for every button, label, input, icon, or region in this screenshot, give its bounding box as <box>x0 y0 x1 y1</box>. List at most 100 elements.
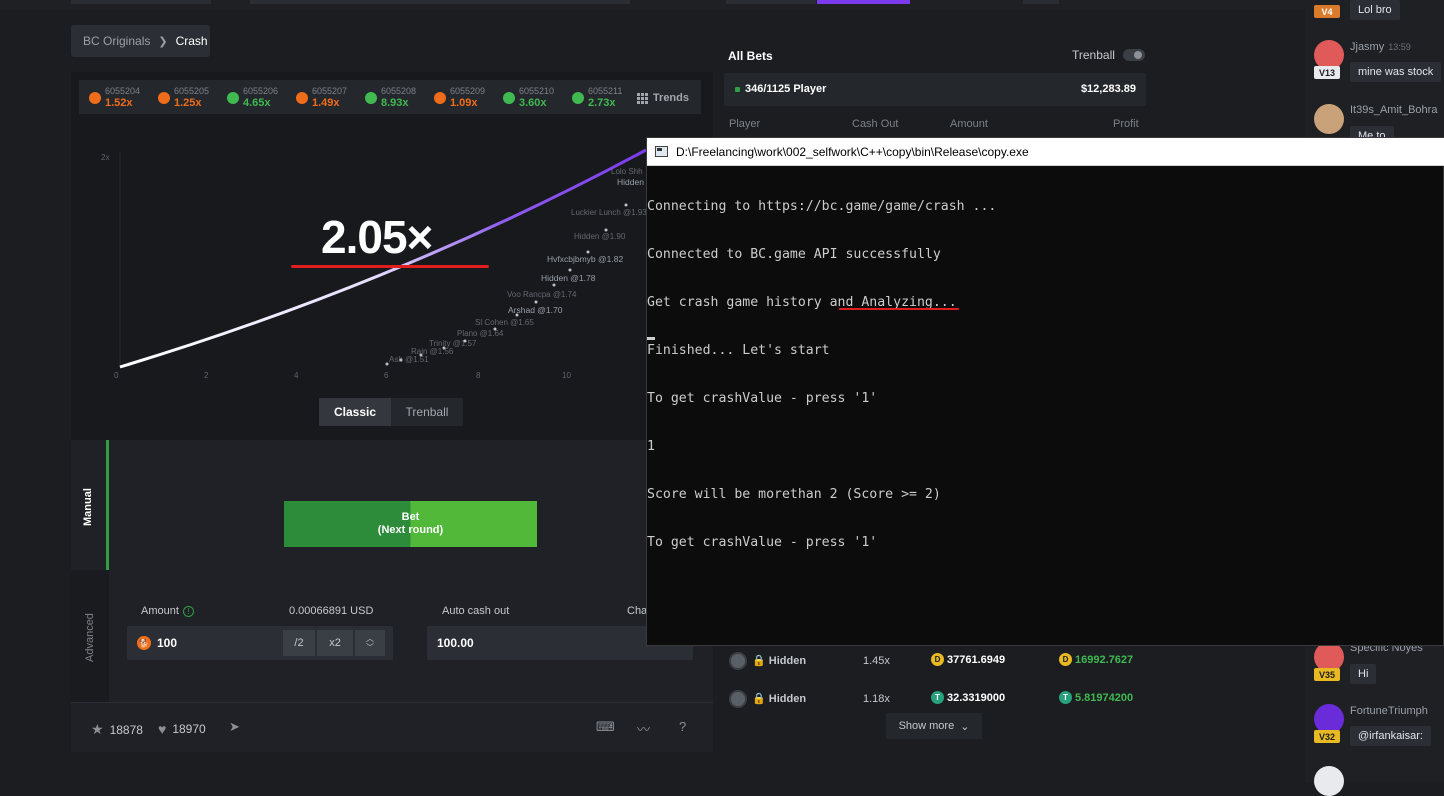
chart-line-icon[interactable]: 〰 <box>637 719 650 738</box>
avatar[interactable] <box>1314 104 1344 134</box>
avatar[interactable] <box>1314 766 1344 796</box>
chat-username[interactable]: FortuneTriumph <box>1350 705 1428 717</box>
x-tick-label: 0 <box>114 371 119 380</box>
bet-button[interactable]: Bet (Next round) <box>284 501 537 547</box>
console-app-icon <box>655 146 668 157</box>
history-dot-icon <box>503 92 515 104</box>
history-item[interactable]: 6055207 1.49x <box>290 80 359 114</box>
x-tick-label: 10 <box>562 371 571 380</box>
online-dot-icon <box>735 87 740 92</box>
chat-message-text: Hi <box>1350 664 1377 684</box>
avatar <box>729 690 747 708</box>
history-dot-icon <box>365 92 377 104</box>
history-dot-icon <box>89 92 101 104</box>
players-summary: 346/1125 Player $12,283.89 <box>724 73 1146 106</box>
col-header-profit: Profit <box>1113 118 1139 130</box>
top-nav-active-tab[interactable] <box>817 0 910 4</box>
chat-username[interactable]: It39s_Amit_Bohra <box>1350 104 1437 116</box>
history-item[interactable]: 6055210 3.60x <box>497 80 566 114</box>
show-more-label: Show more <box>898 720 955 732</box>
console-line: Score will be morethan 2 (Score >= 2) <box>647 487 941 502</box>
history-item[interactable]: 6055204 1.52x <box>83 80 152 114</box>
amount-stepper[interactable]: ︿ ﹀ <box>355 630 385 656</box>
tether-coin-icon: T <box>931 691 944 704</box>
history-id: 6055204 <box>105 86 141 96</box>
bet-mode-tabs: Manual Advanced <box>71 440 109 702</box>
history-item[interactable]: 6055206 4.65x <box>221 80 290 114</box>
current-multiplier: 2.05× <box>321 211 433 263</box>
console-cursor <box>647 337 655 340</box>
tab-advanced-label: Advanced <box>84 613 96 662</box>
like-stat[interactable]: ♥ 18970 <box>158 721 206 737</box>
console-titlebar[interactable]: D:\Freelancing\work\002_selfwork\C++\cop… <box>647 138 1444 166</box>
table-row: 🔒 Hidden 1.18x T 32.3319000 T 5.81974200 <box>724 681 1146 717</box>
half-button[interactable]: /2 <box>283 630 315 656</box>
history-dot-icon <box>158 92 170 104</box>
svg-text:Luckier Lunch @1.93: Luckier Lunch @1.93 <box>571 208 647 217</box>
auto-cashout-value[interactable]: 100.00 <box>437 636 474 650</box>
trends-label: Trends <box>652 92 689 104</box>
history-item[interactable]: 6055209 1.09x <box>428 80 497 114</box>
player-point <box>568 268 572 272</box>
chevron-down-icon[interactable]: ﹀ <box>366 643 374 652</box>
top-nav-segment[interactable] <box>71 0 211 4</box>
history-id: 6055206 <box>243 86 279 96</box>
amount-input[interactable]: 🐕 100 /2 x2 ︿ ﹀ <box>127 626 393 660</box>
bet-button-label: Bet <box>401 511 420 523</box>
breadcrumb-parent[interactable]: BC Originals <box>83 34 150 48</box>
console-line: Finished... Let's start <box>647 343 830 358</box>
console-line: Connected to BC.game API successfully <box>647 247 941 262</box>
top-nav-tab[interactable] <box>726 0 816 4</box>
player-point <box>534 300 538 304</box>
top-nav-search[interactable] <box>250 0 630 4</box>
amount-label-text: Amount <box>141 605 179 617</box>
chat-username[interactable]: Jjasmy 13:59 <box>1350 41 1411 53</box>
bet-amount: T 32.3319000 <box>931 691 1005 704</box>
history-item[interactable]: 6055208 8.93x <box>359 80 428 114</box>
history-value: 3.60x <box>519 97 547 109</box>
doge-coin-icon: D <box>931 653 944 666</box>
x-tick-label: 6 <box>384 371 389 380</box>
trends-button[interactable]: Trends <box>636 92 689 104</box>
double-button[interactable]: x2 <box>317 630 353 656</box>
amount-label: Amount ! <box>141 605 194 617</box>
avatar <box>729 652 747 670</box>
history-item[interactable]: 6055211 2.73x <box>566 80 635 114</box>
player-name: 🔒 Hidden <box>752 693 807 705</box>
help-icon[interactable]: ? <box>679 719 686 734</box>
cashout-value: 1.45x <box>863 655 890 667</box>
console-line: Connecting to https://bc.game/game/crash… <box>647 199 997 214</box>
breadcrumb: BC Originals ❯ Crash <box>71 25 210 57</box>
chevron-up-icon[interactable]: ︿ <box>366 634 374 643</box>
trenball-toggle[interactable]: Trenball <box>1072 48 1145 62</box>
vip-badge: V13 <box>1314 66 1340 79</box>
history-id: 6055208 <box>381 86 417 96</box>
toggle-switch[interactable] <box>1122 49 1145 61</box>
red-annotation-underline <box>291 265 489 268</box>
tab-manual[interactable]: Manual <box>71 440 109 570</box>
history-item[interactable]: 6055205 1.25x <box>152 80 221 114</box>
info-icon[interactable]: ! <box>182 605 194 617</box>
auto-cashout-label: Auto cash out <box>442 605 510 617</box>
mode-trenball-tab[interactable]: Trenball <box>391 398 463 426</box>
history-value: 1.25x <box>174 97 202 109</box>
keyboard-icon[interactable]: ⌨ <box>596 719 615 735</box>
chevron-down-icon: ⌄ <box>960 720 970 733</box>
crash-history-bar: 6055204 1.52x 6055205 1.25x 6055206 4.65x 6… <box>79 80 701 114</box>
doge-coin-icon: D <box>1059 653 1072 666</box>
top-nav-button[interactable] <box>1023 0 1059 4</box>
vip-badge: V4 <box>1314 5 1340 18</box>
show-more-button[interactable]: Show more ⌄ <box>886 713 982 739</box>
x-tick-label: 4 <box>294 371 299 380</box>
favorite-stat[interactable]: ★ 18878 <box>91 721 143 738</box>
share-icon[interactable]: ➤ <box>229 719 240 735</box>
heart-icon: ♥ <box>158 721 167 737</box>
amount-usd: 0.00066891 USD <box>289 605 374 617</box>
chat-message-text: @irfankaisar: <box>1350 726 1431 746</box>
svg-text:Sl Cohen @1.65: Sl Cohen @1.65 <box>475 318 534 327</box>
history-value: 1.49x <box>312 97 340 109</box>
console-window[interactable]: D:\Freelancing\work\002_selfwork\C++\cop… <box>646 137 1444 646</box>
mode-classic-tab[interactable]: Classic <box>319 398 391 426</box>
history-dot-icon <box>572 92 584 104</box>
amount-value[interactable]: 100 <box>157 636 177 650</box>
